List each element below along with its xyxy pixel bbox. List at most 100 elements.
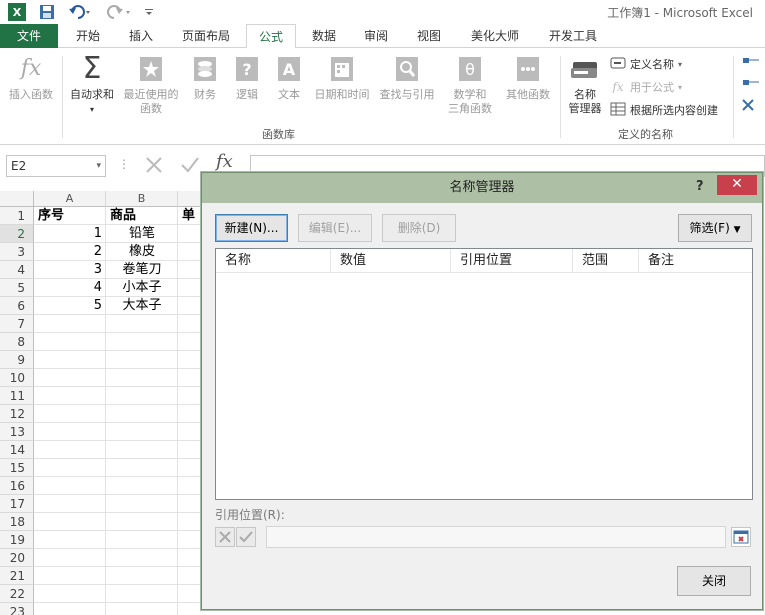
refers-to-input[interactable] [266,526,726,548]
column-refers-to[interactable]: 引用位置 [451,249,573,273]
text-button[interactable]: A 文本 [270,54,308,102]
cell-b1[interactable]: 商品 [110,207,136,225]
row-header[interactable]: 16 [0,477,34,495]
name-manager-button[interactable]: 名称 管理器 [563,54,607,116]
row-header[interactable]: 18 [0,513,34,531]
column-value[interactable]: 数值 [331,249,451,273]
row-header[interactable]: 1 [0,207,34,225]
select-all-corner[interactable] [0,191,34,207]
name-tags-icon [569,54,601,84]
row-header[interactable]: 23 [0,603,34,615]
cell-b4[interactable]: 卷笔刀 [106,261,178,279]
cell-a2[interactable]: 1 [34,225,102,243]
names-list[interactable]: 名称 数值 引用位置 范围 备注 [215,248,753,500]
cell-b5[interactable]: 小本子 [106,279,178,297]
row-header[interactable]: 13 [0,423,34,441]
row-header[interactable]: 10 [0,369,34,387]
cell-a1[interactable]: 序号 [38,207,64,225]
row-header[interactable]: 12 [0,405,34,423]
cell-a6[interactable]: 5 [34,297,102,315]
row-header[interactable]: 7 [0,315,34,333]
autosum-button[interactable]: Σ 自动求和 ▾ [64,54,120,117]
other-functions-button[interactable]: 其他函数 [502,54,554,102]
collapse-dialog-icon[interactable] [731,527,751,547]
row-header[interactable]: 21 [0,567,34,585]
cancel-entry-icon[interactable] [140,153,168,177]
row-header[interactable]: 15 [0,459,34,477]
tab-formulas[interactable]: 公式 [246,24,296,49]
row-header[interactable]: 4 [0,261,34,279]
row-header[interactable]: 19 [0,531,34,549]
confirm-entry-icon[interactable] [176,153,204,177]
column-name[interactable]: 名称 [216,249,331,273]
tab-page-layout[interactable]: 页面布局 [170,24,242,48]
gridline [34,440,204,441]
row-header[interactable]: 22 [0,585,34,603]
tab-insert[interactable]: 插入 [118,24,164,48]
edit-name-button[interactable]: 编辑(E)... [298,214,372,242]
question-book-icon: ? [231,54,263,84]
cell-a4[interactable]: 3 [34,261,102,279]
table-create-icon [610,102,626,119]
customize-qat-icon[interactable] [142,2,156,22]
redo-icon[interactable] [104,2,134,22]
math-trig-button[interactable]: θ 数学和 三角函数 [440,54,500,116]
ribbon-separator [560,56,561,138]
formula-auditing-icons[interactable] [741,54,765,124]
use-in-formula-button[interactable]: fx 用于公式 ▾ [610,78,682,96]
tab-file[interactable]: 文件 [0,24,58,48]
tab-beautify[interactable]: 美化大师 [460,24,530,48]
tab-developer[interactable]: 开发工具 [538,24,608,48]
undo-icon[interactable] [66,2,96,22]
row-header[interactable]: 6 [0,297,34,315]
row-header[interactable]: 3 [0,243,34,261]
row-header[interactable]: 17 [0,495,34,513]
tab-review[interactable]: 审阅 [354,24,398,48]
column-header-b[interactable]: B [106,191,178,207]
more-book-icon [512,54,544,84]
ribbon-tabs: 文件 开始 插入 页面布局 公式 数据 审阅 视图 美化大师 开发工具 [0,24,765,49]
recent-functions-button[interactable]: 最近使用的 函数 [120,54,182,116]
help-button[interactable]: ? [696,179,704,194]
row-header[interactable]: 11 [0,387,34,405]
cell-b3[interactable]: 橡皮 [106,243,178,261]
close-button[interactable]: 关闭 [677,566,751,596]
financial-button[interactable]: 财务 [186,54,224,102]
create-from-selection-button[interactable]: 根据所选内容创建 [610,101,718,119]
formula-icon: fx [610,79,626,96]
save-icon[interactable] [36,2,58,22]
names-list-header: 名称 数值 引用位置 范围 备注 [216,249,752,273]
datetime-button[interactable]: 日期和时间 [310,54,374,102]
name-box[interactable]: E2 ▾ [6,155,106,177]
cell-c1[interactable]: 单 [182,207,202,225]
name-box-dropdown-icon[interactable]: ▾ [96,156,101,176]
insert-function-fx-button[interactable]: fx [216,151,233,172]
column-comment[interactable]: 备注 [639,249,752,273]
delete-name-button[interactable]: 删除(D) [382,214,456,242]
insert-function-button[interactable]: fx 插入函数 [2,54,60,102]
row-header[interactable]: 8 [0,333,34,351]
lookup-reference-button[interactable]: 查找与引用 [376,54,438,102]
row-header[interactable]: 14 [0,441,34,459]
define-name-button[interactable]: 定义名称 ▾ [610,55,682,73]
cell-b6[interactable]: 大本子 [106,297,178,315]
row-header[interactable]: 9 [0,351,34,369]
row-header[interactable]: 5 [0,279,34,297]
formula-bar-grip-icon: ⋮ [118,157,130,171]
column-scope[interactable]: 范围 [573,249,639,273]
tab-data[interactable]: 数据 [302,24,346,48]
filter-button[interactable]: 筛选(F) ▼ [678,214,752,242]
row-header[interactable]: 20 [0,549,34,567]
cell-b2[interactable]: 铅笔 [106,225,178,243]
new-name-button[interactable]: 新建(N)... [215,214,288,242]
dialog-close-button[interactable]: ✕ [717,175,757,195]
cell-a3[interactable]: 2 [34,243,102,261]
column-header-a[interactable]: A [34,191,106,207]
cancel-ref-icon[interactable] [215,527,235,547]
confirm-ref-icon[interactable] [236,527,256,547]
cell-a5[interactable]: 4 [34,279,102,297]
tab-view[interactable]: 视图 [406,24,452,48]
logical-button[interactable]: ? 逻辑 [228,54,266,102]
tab-home[interactable]: 开始 [64,24,112,48]
row-header[interactable]: 2 [0,225,34,243]
